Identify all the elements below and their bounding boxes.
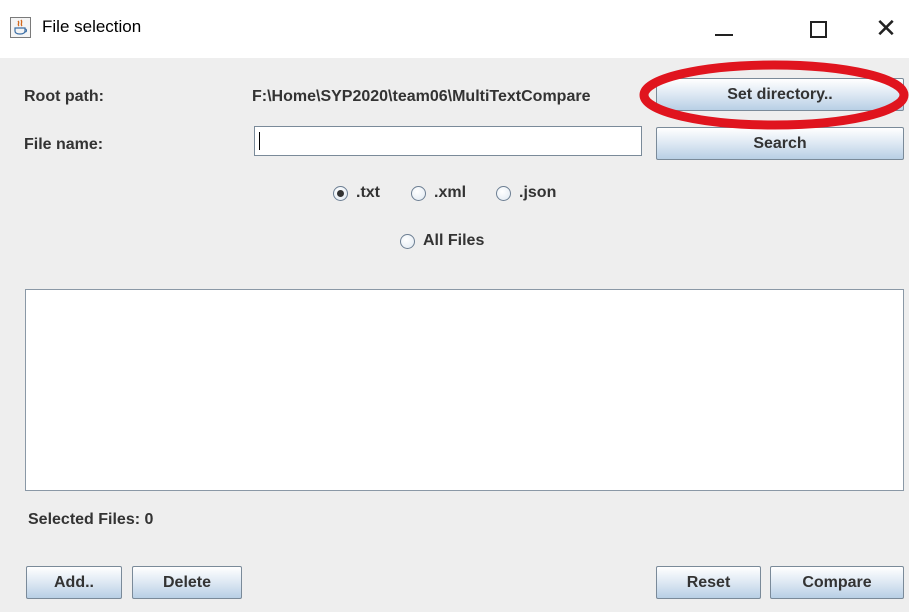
text-caret: [259, 132, 260, 150]
minimize-button[interactable]: [694, 0, 754, 58]
root-path-label: Root path:: [24, 88, 104, 105]
file-name-label: File name:: [24, 136, 104, 153]
reset-button[interactable]: Reset: [656, 566, 761, 599]
compare-button[interactable]: Compare: [770, 566, 904, 599]
root-path-value: F:\Home\SYP2020\team06\MultiTextCompare: [252, 88, 591, 105]
radio-unchecked-icon: [496, 185, 511, 201]
maximize-button[interactable]: [788, 0, 848, 58]
java-icon: [10, 17, 31, 38]
radio-txt-label: .txt: [356, 184, 380, 201]
radio-xml-label: .xml: [434, 184, 467, 201]
title-bar: File selection ✕: [0, 0, 909, 58]
search-button[interactable]: Search: [656, 127, 904, 160]
close-icon: ✕: [875, 14, 897, 44]
radio-all-files[interactable]: All Files: [400, 232, 484, 250]
add-button[interactable]: Add..: [26, 566, 122, 599]
file-list[interactable]: [25, 289, 904, 491]
minimize-icon: [715, 34, 733, 36]
delete-button[interactable]: Delete: [132, 566, 242, 599]
content-panel: Root path: F:\Home\SYP2020\team06\MultiT…: [0, 58, 909, 612]
radio-txt[interactable]: .txt: [333, 184, 380, 202]
radio-xml[interactable]: .xml: [411, 184, 466, 202]
selected-files-count: Selected Files: 0: [28, 511, 154, 528]
radio-json[interactable]: .json: [496, 184, 556, 202]
window-title: File selection: [42, 17, 142, 36]
file-name-input[interactable]: [254, 126, 642, 156]
radio-checked-icon: [333, 185, 348, 201]
set-directory-button[interactable]: Set directory..: [656, 78, 904, 111]
radio-unchecked-icon: [400, 233, 415, 249]
maximize-icon: [809, 20, 827, 38]
radio-all-files-label: All Files: [423, 232, 485, 249]
radio-unchecked-icon: [411, 185, 426, 201]
radio-json-label: .json: [519, 184, 557, 201]
close-button[interactable]: ✕: [856, 0, 909, 58]
